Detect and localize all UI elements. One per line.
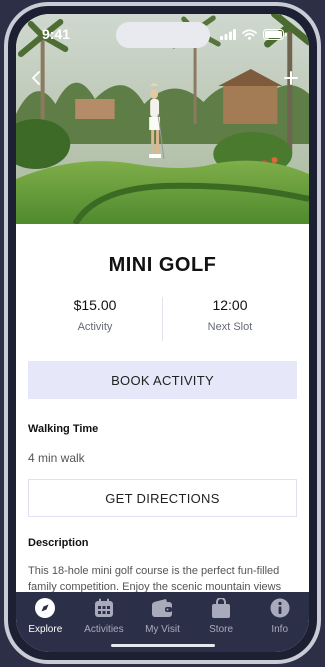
get-directions-button[interactable]: GET DIRECTIONS <box>28 479 297 517</box>
back-button[interactable] <box>26 66 46 90</box>
signal-icon <box>220 28 236 40</box>
book-activity-button[interactable]: BOOK ACTIVITY <box>28 361 297 399</box>
tab-label: My Visit <box>145 624 180 635</box>
tab-bar: Explore Activities My Visit Store Info <box>16 592 309 652</box>
activity-title: MINI GOLF <box>108 254 217 276</box>
tab-explore[interactable]: Explore <box>16 597 74 652</box>
chevron-left-icon <box>32 71 40 85</box>
wallet-icon <box>151 597 173 619</box>
next-slot-stat: 12:00 Next Slot <box>163 297 297 341</box>
next-slot-label: Next Slot <box>207 321 253 333</box>
next-slot-value: 12:00 <box>212 297 248 313</box>
battery-icon <box>263 28 287 40</box>
description-heading: Description <box>28 537 89 549</box>
add-button[interactable] <box>281 66 301 90</box>
home-indicator <box>110 644 215 647</box>
tab-label: Explore <box>28 624 63 635</box>
price-value: $15.00 <box>73 297 117 313</box>
tab-info[interactable]: Info <box>251 597 309 652</box>
description-text: This 18-hole mini golf course is the per… <box>28 565 282 593</box>
price-label: Activity <box>77 321 113 333</box>
status-time: 9:41 <box>42 26 71 42</box>
info-icon <box>269 597 291 619</box>
phone-frame: 9:41 MINI GOLF $15.00 Activity 12:00 Nex… <box>4 2 321 664</box>
walking-time-value: 4 min walk <box>28 451 85 465</box>
walking-time-heading: Walking Time <box>28 423 99 435</box>
phone-bezel: 9:41 MINI GOLF $15.00 Activity 12:00 Nex… <box>8 6 317 660</box>
status-icons <box>220 28 287 40</box>
compass-icon <box>34 597 56 619</box>
tab-label: Store <box>209 624 234 635</box>
price-stat: $15.00 Activity <box>28 297 162 341</box>
wifi-icon <box>242 28 257 40</box>
calendar-icon <box>93 597 115 619</box>
activity-stats: $15.00 Activity 12:00 Next Slot <box>28 297 297 341</box>
tab-label: Info <box>271 624 289 635</box>
screen: 9:41 MINI GOLF $15.00 Activity 12:00 Nex… <box>16 14 309 652</box>
tab-label: Activities <box>84 624 124 635</box>
activity-details: MINI GOLF $15.00 Activity 12:00 Next Slo… <box>16 224 309 593</box>
shopping-bag-icon <box>210 597 232 619</box>
status-bar: 9:41 <box>16 14 309 54</box>
plus-icon <box>284 71 298 85</box>
